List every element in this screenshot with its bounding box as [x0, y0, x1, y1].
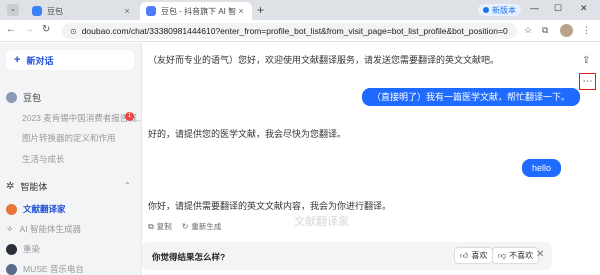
maximize-button[interactable]: ☐: [554, 3, 562, 14]
bot-label: 重染: [23, 244, 41, 254]
bot-message: 你好，请提供需要翻译的英文文献内容，我会为你进行翻译。: [148, 201, 392, 211]
new-version-badge[interactable]: 新版本: [478, 4, 521, 16]
browser-tab-1[interactable]: 豆包 ×: [26, 2, 138, 20]
browser-tab-strip: ⌄ 豆包 × 豆包 - 抖音旗下 AI 智能助手 × + 新版本 — ☐ ✕: [0, 0, 600, 20]
sidebar: + 新对话 豆包 2023 麦肯锡中国消费者报告概... 1 图片转换器的定义和…: [0, 43, 144, 275]
regenerate-label: 重新生成: [191, 222, 222, 231]
minimize-button[interactable]: —: [530, 3, 539, 13]
site-info-icon[interactable]: ⊙: [70, 27, 77, 36]
tab-label: 豆包 - 抖音旗下 AI 智能助手: [161, 6, 236, 16]
feedback-bar: 你觉得结果怎么样? 👍︎ 喜欢 👎︎ 不喜欢 ✕: [142, 242, 552, 270]
back-icon[interactable]: ←: [6, 24, 16, 35]
like-label: 喜欢: [471, 251, 488, 260]
browser-menu-icon[interactable]: ⋮: [582, 25, 591, 36]
refresh-icon: ↻: [181, 222, 189, 231]
user-message: （直接明了）我有一篇医学文献，帮忙翻译一下。: [362, 88, 581, 106]
doubao-favicon-icon: [146, 6, 156, 16]
bot-avatar-icon: [6, 263, 17, 275]
sidebar-section-label: 智能体: [20, 182, 48, 192]
doubao-avatar-icon: [6, 92, 17, 103]
thumbs-down-icon: 👎︎: [498, 250, 507, 260]
update-dot-icon: [483, 7, 489, 13]
notification-badge: 1: [125, 112, 134, 121]
url-text: doubao.com/chat/33380981444610?enter_fro…: [81, 26, 508, 36]
close-icon[interactable]: ×: [122, 6, 132, 16]
extensions-icon[interactable]: ⧉: [542, 25, 548, 36]
history-item[interactable]: 生活与成长: [22, 153, 65, 165]
sidebar-item-agents[interactable]: ✲ 智能体: [6, 180, 47, 193]
thumbs-up-icon: 👍︎: [460, 250, 469, 260]
bot-label: AI 智能体生成器: [19, 224, 81, 234]
bot-label: 文献翻译家: [23, 204, 66, 214]
feedback-question: 你觉得结果怎么样?: [152, 252, 226, 262]
sidebar-item-bot[interactable]: 文献翻译家: [6, 203, 66, 215]
agents-icon: ✲: [6, 181, 15, 192]
new-chat-label: 新对话: [26, 55, 54, 66]
copy-label: 复制: [156, 222, 172, 231]
bookmark-star-icon[interactable]: ☆: [524, 25, 532, 36]
browser-tab-2[interactable]: 豆包 - 抖音旗下 AI 智能助手 ×: [140, 2, 252, 20]
chat-main: （友好而专业的语气）您好，欢迎使用文献翻译服务，请发送您需要翻译的英文文献吧。 …: [142, 43, 600, 275]
sparkle-icon: ✧: [6, 223, 14, 234]
bot-label: MUSE 音乐电台: [23, 264, 84, 274]
address-bar-row: ← → ↻ ⊙ doubao.com/chat/33380981444610?e…: [0, 20, 600, 42]
like-button[interactable]: 👍︎ 喜欢: [454, 247, 494, 264]
avatar[interactable]: [560, 24, 573, 37]
dislike-button[interactable]: 👎︎ 不喜欢: [492, 247, 540, 264]
close-icon[interactable]: ×: [236, 6, 246, 16]
dislike-label: 不喜欢: [509, 251, 534, 260]
sidebar-item-bot[interactable]: 重染: [6, 243, 40, 255]
reload-icon[interactable]: ↻: [42, 24, 50, 35]
copy-icon: ⧉: [148, 221, 154, 231]
sidebar-section-label: 豆包: [23, 93, 42, 103]
chevron-up-icon[interactable]: ⌃: [124, 181, 131, 190]
url-field[interactable]: ⊙ doubao.com/chat/33380981444610?enter_f…: [62, 23, 517, 39]
message-actions: ⧉ 复制 ↻ 重新生成: [148, 221, 231, 232]
window-close-button[interactable]: ✕: [580, 3, 588, 14]
watermark: 文献翻译家: [294, 216, 349, 228]
tab-list-icon[interactable]: ⌄: [7, 4, 19, 16]
bot-message: 好的，请提供您的医学文献，我会尽快为您翻译。: [148, 129, 347, 139]
bot-avatar-icon: [6, 243, 17, 255]
copy-button[interactable]: ⧉ 复制: [148, 221, 172, 232]
sidebar-item-bot[interactable]: MUSE 音乐电台: [6, 263, 84, 275]
user-message: hello: [522, 159, 562, 177]
new-chat-button[interactable]: + 新对话: [6, 50, 134, 70]
tab-label: 豆包: [47, 6, 63, 16]
more-options-button[interactable]: ⋯: [579, 73, 596, 90]
bot-message: （友好而专业的语气）您好，欢迎使用文献翻译服务，请发送您需要翻译的英文文献吧。: [148, 55, 500, 65]
forward-icon[interactable]: →: [24, 24, 34, 35]
new-tab-button[interactable]: +: [257, 3, 264, 17]
sidebar-item-doubao[interactable]: 豆包: [6, 91, 41, 104]
bot-avatar-icon: [6, 203, 17, 215]
close-feedback-button[interactable]: ✕: [536, 249, 544, 260]
history-item[interactable]: 图片转换器的定义和作用: [22, 132, 116, 144]
regenerate-button[interactable]: ↻ 重新生成: [182, 221, 222, 232]
plus-icon: +: [14, 54, 21, 66]
doubao-favicon-icon: [32, 6, 42, 16]
new-version-label: 新版本: [492, 5, 516, 15]
share-icon[interactable]: ⇪: [582, 55, 590, 66]
sidebar-item-bot[interactable]: ✧ AI 智能体生成器: [6, 223, 81, 235]
more-icon: ⋯: [582, 76, 593, 87]
